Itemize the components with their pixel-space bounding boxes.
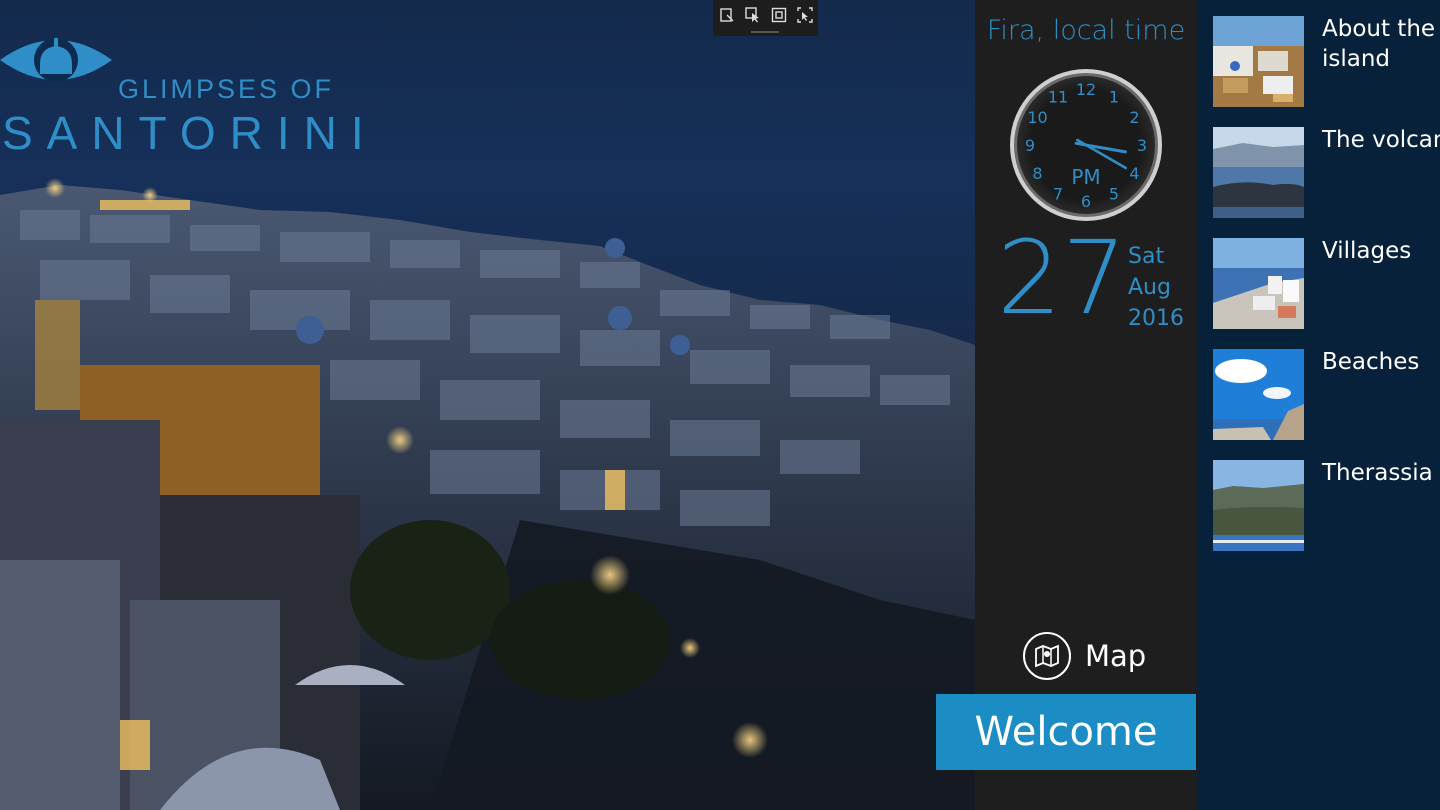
- analog-clock: 12 12 3 45678 9 1011 PM: [1010, 69, 1162, 221]
- menu-item-beaches[interactable]: Beaches: [1213, 349, 1440, 441]
- clock-numeral: 9: [1025, 136, 1035, 155]
- debug-toolbar: [713, 0, 818, 36]
- menu-item-label: About the island: [1322, 16, 1436, 72]
- beaches-thumbnail: [1213, 349, 1304, 440]
- date-weekday: Sat: [1128, 244, 1165, 269]
- clock-numeral: 6: [1081, 192, 1091, 211]
- date-day: 27: [997, 219, 1127, 338]
- logo-title-line1: GLIMPSES OF: [118, 74, 335, 104]
- eye-dome-icon: [0, 38, 112, 82]
- clock-numeral: 8: [1032, 164, 1042, 183]
- clock-numeral: 3: [1137, 136, 1147, 155]
- menu-item-label: The volcano: [1322, 127, 1440, 153]
- hero-photo: GLIMPSES OF SANTORINI: [0, 0, 975, 810]
- clock-numeral: 2: [1129, 108, 1139, 127]
- volcano-thumbnail: [1213, 127, 1304, 218]
- inspect-icon[interactable]: [795, 5, 815, 25]
- date-month: Aug: [1128, 275, 1171, 300]
- menu-item-label: Beaches: [1322, 349, 1420, 375]
- section-menu: About the island The volcano: [1197, 0, 1440, 810]
- clock-title: Fira, local time: [986, 15, 1186, 46]
- clock-numeral: 7: [1053, 185, 1063, 204]
- app-logo: GLIMPSES OF SANTORINI: [0, 30, 364, 160]
- clock-numeral: 11: [1048, 88, 1068, 107]
- map-icon: [1023, 632, 1071, 680]
- about-thumbnail: [1213, 16, 1304, 107]
- clock-numeral: 10: [1027, 108, 1047, 127]
- menu-item-villages[interactable]: Villages: [1213, 238, 1440, 330]
- clock-numeral: 5: [1109, 185, 1119, 204]
- menu-item-label: Therassia: [1322, 460, 1433, 486]
- menu-item-label: Villages: [1322, 238, 1412, 264]
- clock-numeral: 4: [1129, 164, 1139, 183]
- date-year: 2016: [1128, 306, 1184, 331]
- map-button[interactable]: Map: [1023, 632, 1146, 680]
- pointer-icon[interactable]: [743, 5, 763, 25]
- villages-thumbnail: [1213, 238, 1304, 329]
- clock-numeral: 1: [1109, 88, 1119, 107]
- toolbar-grip[interactable]: [751, 31, 779, 33]
- menu-item-volcano[interactable]: The volcano: [1213, 127, 1440, 219]
- clock-numeral: 12: [1076, 80, 1096, 99]
- clock-ampm: PM: [1071, 165, 1100, 189]
- select-element-icon[interactable]: [717, 5, 737, 25]
- welcome-button[interactable]: Welcome: [936, 694, 1196, 770]
- frame-icon[interactable]: [769, 5, 789, 25]
- logo-title-line2: SANTORINI: [2, 107, 378, 159]
- menu-item-about[interactable]: About the island: [1213, 16, 1440, 108]
- clock-panel: Fira, local time 12 1 2 3 4 5 6 7 8 9 10 11 PM 27 S…: [975, 0, 1197, 810]
- therassia-thumbnail: [1213, 460, 1304, 551]
- map-button-label: Map: [1085, 639, 1147, 673]
- menu-item-therassia[interactable]: Therassia: [1213, 460, 1440, 552]
- date-details: Sat Aug 2016: [1128, 241, 1184, 334]
